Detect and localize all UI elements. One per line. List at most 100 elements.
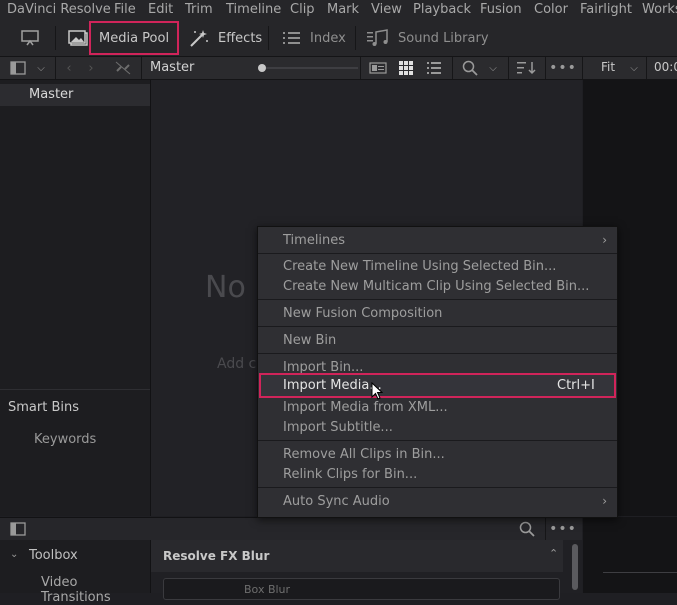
menu-item-import-media-xml[interactable]: Import Media from XML... (258, 398, 617, 418)
menu-playback[interactable]: Playback (413, 2, 471, 17)
media-pool-label: Media Pool (99, 30, 170, 46)
menu-item-create-multicam[interactable]: Create New Multicam Clip Using Selected … (258, 277, 617, 297)
bin-item-master[interactable]: Master (0, 84, 150, 106)
ellipsis-icon: ••• (549, 60, 577, 76)
menu-separator (258, 487, 617, 488)
menu-item-label: Import Media... (283, 378, 382, 393)
effects-header-bar: ••• (0, 517, 582, 540)
menu-trim[interactable]: Trim (185, 2, 213, 17)
chevron-down-icon: ⌵ (489, 62, 497, 74)
smart-bins-header[interactable]: Smart Bins (8, 400, 79, 415)
search-button[interactable] (461, 60, 479, 76)
menu-item-label: Import Media from XML... (283, 400, 448, 415)
list-icon (283, 32, 300, 44)
effects-button[interactable]: Effects (188, 20, 262, 56)
menu-item-timelines[interactable]: Timelines › (258, 230, 617, 252)
toolbox-panel: ⌄ Toolbox Video Transitions (0, 540, 151, 605)
image-icon (68, 30, 88, 46)
chevron-down-icon[interactable]: ⌄ (10, 549, 18, 560)
fx-group-header[interactable]: Resolve FX Blur ⌃ (151, 540, 563, 572)
menu-davinci-resolve[interactable]: DaVinci Resolve (7, 2, 111, 17)
timecode-display: 00:0 (654, 60, 677, 74)
sound-library-button[interactable]: Sound Library (366, 20, 489, 56)
menu-item-label: New Bin (283, 333, 337, 348)
menu-item-auto-sync-audio[interactable]: Auto Sync Audio › (258, 492, 617, 512)
menu-color[interactable]: Color (534, 2, 568, 17)
menu-item-import-media[interactable]: Import Media... Ctrl+I (259, 373, 616, 400)
menu-item-label: Import Bin... (283, 360, 364, 375)
link-button[interactable] (114, 60, 132, 76)
search-options-dropdown[interactable]: ⌵ (486, 60, 500, 76)
index-button[interactable]: Index (282, 20, 346, 56)
sort-button[interactable] (516, 60, 538, 76)
media-pool-button[interactable]: Media Pool (88, 21, 180, 55)
effects-scrollbar[interactable] (572, 544, 578, 590)
divider (603, 572, 677, 573)
thumbnail-size-slider[interactable] (266, 67, 358, 69)
effects-search-button[interactable] (518, 521, 536, 537)
metadata-view-button[interactable] (368, 60, 388, 76)
menu-item-label: Timelines (283, 233, 346, 248)
menu-timeline[interactable]: Timeline (226, 2, 281, 17)
menu-separator (258, 299, 617, 300)
menu-item-relink-clips[interactable]: Relink Clips for Bin... (258, 465, 617, 485)
menu-clip[interactable]: Clip (290, 2, 315, 17)
thumbnail-view-button[interactable] (397, 60, 415, 76)
menu-separator (258, 440, 617, 441)
menu-item-label: Import Subtitle... (283, 420, 393, 435)
toolbox-video-transitions[interactable]: Video Transitions (41, 575, 150, 605)
context-menu: Timelines › Create New Timeline Using Se… (257, 226, 618, 518)
menu-item-label: Create New Multicam Clip Using Selected … (283, 279, 590, 294)
chevron-down-icon: ⌵ (37, 62, 45, 74)
ellipsis-icon: ••• (549, 521, 577, 537)
toggle-bin-list-button[interactable] (9, 60, 27, 76)
menu-workspace[interactable]: Works (642, 2, 677, 17)
menu-item-create-new-timeline[interactable]: Create New Timeline Using Selected Bin..… (258, 257, 617, 277)
panel-toggle-icon (10, 522, 26, 536)
smart-bin-keywords[interactable]: Keywords (34, 432, 96, 447)
toggle-toolbox-button[interactable] (9, 521, 27, 537)
more-options-button[interactable]: ••• (549, 60, 576, 76)
chevron-right-icon: › (88, 60, 94, 76)
toolbox-header[interactable]: Toolbox (29, 548, 78, 563)
zoom-fit-label[interactable]: Fit (601, 60, 615, 74)
chevron-down-icon: ⌵ (630, 62, 638, 74)
chevron-left-icon: ‹ (66, 60, 72, 76)
chevron-up-icon[interactable]: ⌃ (549, 547, 558, 560)
bin-list-dropdown[interactable]: ⌵ (33, 60, 49, 76)
menu-separator (258, 353, 617, 354)
viewer-bottom-panel (583, 517, 677, 593)
effects-list-panel: Resolve FX Blur ⌃ Box Blur (151, 540, 582, 600)
menu-view[interactable]: View (371, 2, 402, 17)
menu-item-label: New Fusion Composition (283, 306, 443, 321)
fx-group-title: Resolve FX Blur (163, 549, 270, 563)
monitor-icon (21, 30, 39, 46)
menu-fusion[interactable]: Fusion (480, 2, 522, 17)
menu-edit[interactable]: Edit (148, 2, 173, 17)
workspace-layout-button[interactable] (20, 20, 40, 56)
divider (0, 389, 150, 390)
back-button[interactable]: ‹ (62, 60, 76, 76)
menu-file[interactable]: File (114, 2, 136, 17)
forward-button[interactable]: › (84, 60, 98, 76)
zoom-dropdown[interactable]: ⌵ (627, 60, 641, 76)
effects-label: Effects (218, 30, 263, 46)
chevron-right-icon: › (602, 494, 607, 508)
toolbar: Media Pool Effects Index Sound Library (0, 20, 677, 57)
menu-item-remove-all-clips[interactable]: Remove All Clips in Bin... (258, 445, 617, 465)
media-pool-header-bar: ⌵ ‹ › Master ⌵ ••• Fit ⌵ 00:0 (0, 57, 677, 80)
menu-item-label: Create New Timeline Using Selected Bin..… (283, 259, 557, 274)
fx-item-label: Box Blur (244, 583, 291, 596)
thumbnail-size-handle[interactable] (258, 64, 266, 72)
menu-fairlight[interactable]: Fairlight (580, 2, 632, 17)
menu-item-new-fusion-composition[interactable]: New Fusion Composition (258, 304, 617, 324)
menu-mark[interactable]: Mark (327, 2, 359, 17)
unlink-icon (115, 61, 131, 75)
fx-item[interactable]: Box Blur (163, 578, 560, 600)
list-view-button[interactable] (425, 60, 443, 76)
effects-more-button[interactable]: ••• (549, 521, 576, 537)
bin-title: Master (150, 60, 195, 75)
index-label: Index (310, 30, 346, 46)
menu-item-import-subtitle[interactable]: Import Subtitle... (258, 418, 617, 438)
menu-item-new-bin[interactable]: New Bin (258, 331, 617, 351)
